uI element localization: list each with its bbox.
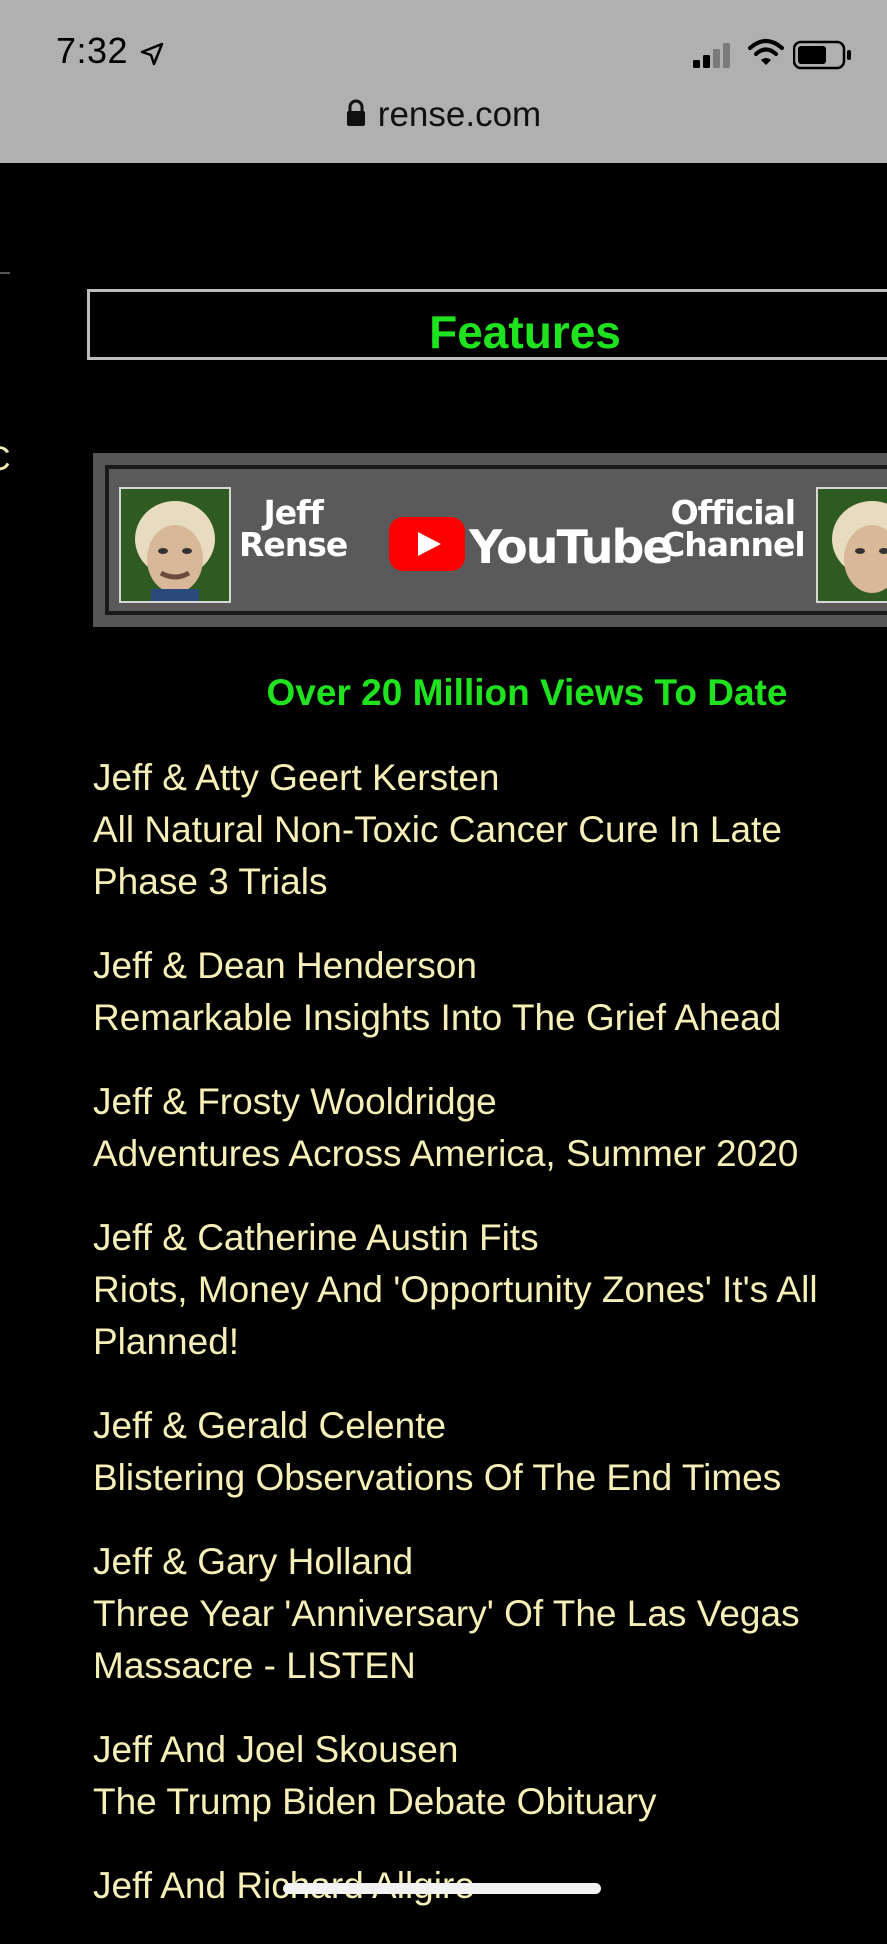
item-title: Jeff & Gary Holland	[93, 1541, 414, 1582]
item-title: Jeff & Atty Geert Kersten	[93, 757, 500, 798]
location-arrow-icon	[140, 42, 164, 71]
item-subtitle: Remarkable Insights Into The Grief Ahead	[93, 997, 782, 1038]
item-subtitle-cont: Massacre - LISTEN	[93, 1645, 416, 1686]
battery-icon	[792, 40, 853, 75]
item-subtitle: Blistering Observations Of The End Times	[93, 1457, 782, 1498]
item-subtitle-cont: Planned!	[93, 1321, 240, 1362]
browser-chrome: 7:32 rense.com	[0, 0, 887, 163]
banner-name-last: Rense	[239, 525, 348, 564]
list-item[interactable]: Jeff & Dean Henderson Remarkable Insight…	[93, 940, 887, 1044]
banner-official-channel: Official Channel	[661, 496, 806, 564]
url-text: rense.com	[377, 95, 542, 134]
youtube-channel-banner[interactable]: Jeff Rense YouTube Official Channel	[93, 453, 887, 627]
banner-channel: Channel	[661, 525, 806, 564]
list-item[interactable]: Jeff And Joel Skousen The Trump Biden De…	[93, 1724, 887, 1828]
item-subtitle: Riots, Money And 'Opportunity Zones' It'…	[93, 1269, 818, 1310]
features-header: Features	[87, 289, 887, 360]
item-subtitle: Adventures Across America, Summer 2020	[93, 1133, 799, 1174]
youtube-wordmark: YouTube	[469, 519, 674, 574]
side-text-fragment: C	[0, 440, 11, 479]
item-title: Jeff & Dean Henderson	[93, 945, 477, 986]
item-subtitle: All Natural Non-Toxic Cancer Cure In Lat…	[93, 809, 782, 850]
item-subtitle: Three Year 'Anniversary' Of The Las Vega…	[93, 1593, 800, 1634]
lock-icon	[346, 99, 366, 132]
item-title: Jeff & Frosty Wooldridge	[93, 1081, 497, 1122]
banner-name: Jeff Rense	[239, 496, 348, 564]
url-bar[interactable]: rense.com	[0, 90, 887, 140]
side-divider	[0, 272, 10, 274]
list-item[interactable]: Jeff & Atty Geert Kersten All Natural No…	[93, 752, 887, 908]
list-item[interactable]: Jeff & Frosty Wooldridge Adventures Acro…	[93, 1076, 887, 1180]
portrait-image-left	[119, 487, 231, 603]
status-time: 7:32	[56, 30, 129, 71]
features-list: Jeff & Atty Geert Kersten All Natural No…	[93, 752, 887, 1944]
wifi-icon	[748, 38, 784, 73]
cellular-signal-icon	[693, 42, 735, 73]
views-count-text: Over 20 Million Views To Date	[266, 672, 788, 713]
item-subtitle-cont: Phase 3 Trials	[93, 861, 328, 902]
youtube-play-icon	[389, 517, 465, 576]
youtube-logo: YouTube	[389, 517, 674, 576]
item-title: Jeff & Catherine Austin Fits	[93, 1217, 539, 1258]
item-subtitle: The Trump Biden Debate Obituary	[93, 1781, 657, 1822]
list-item[interactable]: Jeff & Gary Holland Three Year 'Annivers…	[93, 1536, 887, 1692]
list-item[interactable]: Jeff & Catherine Austin Fits Riots, Mone…	[93, 1212, 887, 1368]
youtube-banner-inner: Jeff Rense YouTube Official Channel	[105, 465, 887, 615]
features-title: Features	[429, 306, 621, 358]
item-title: Jeff & Gerald Celente	[93, 1405, 447, 1446]
portrait-image-right	[816, 487, 887, 603]
home-indicator[interactable]	[283, 1883, 601, 1894]
list-item[interactable]: Jeff & Gerald Celente Blistering Observa…	[93, 1400, 887, 1504]
item-title: Jeff And Joel Skousen	[93, 1729, 459, 1770]
